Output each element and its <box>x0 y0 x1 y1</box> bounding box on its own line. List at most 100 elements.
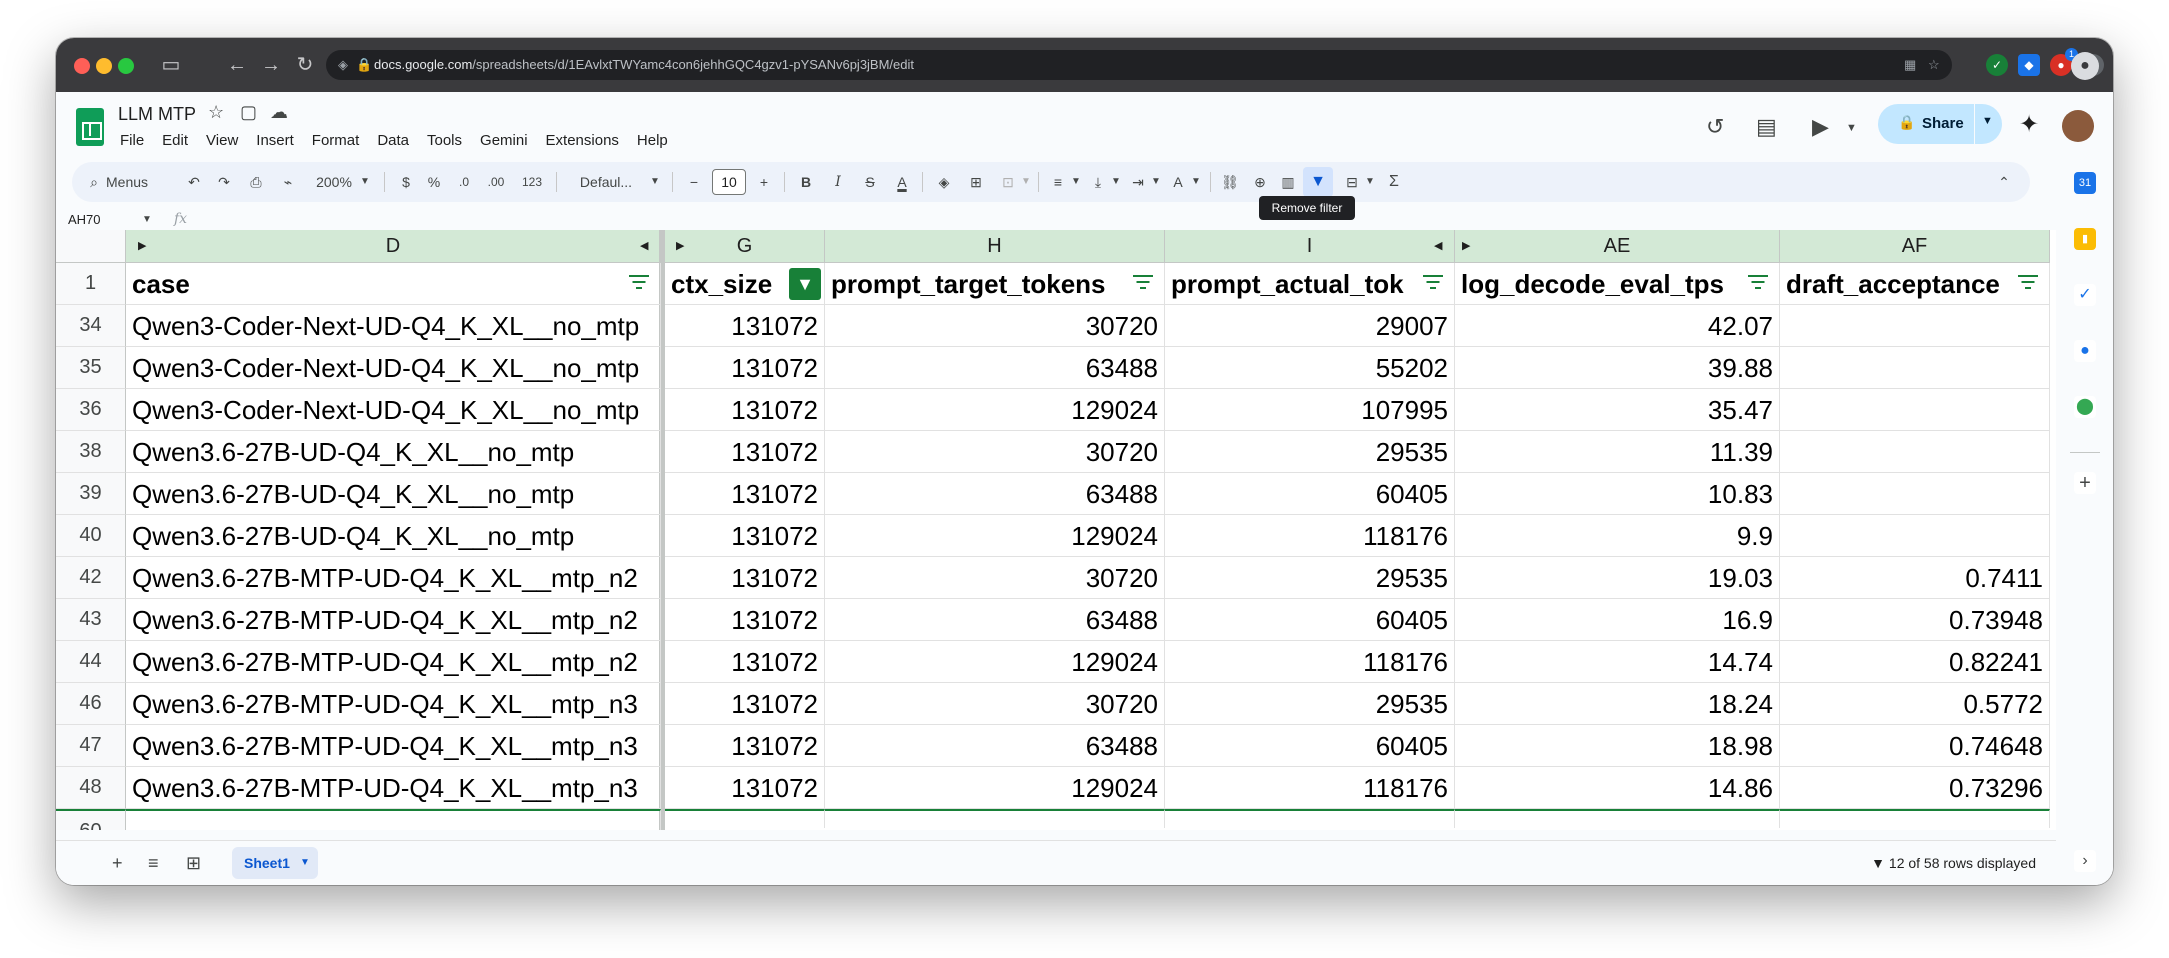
table-cell[interactable]: 63488 <box>825 473 1165 515</box>
forward-arrow-icon[interactable]: → <box>258 52 284 78</box>
expand-left-icon[interactable]: ◀ <box>1434 230 1442 263</box>
table-cell[interactable] <box>665 809 825 830</box>
back-arrow-icon[interactable]: ← <box>224 52 250 78</box>
column-header-d[interactable]: D <box>126 230 661 263</box>
row-header[interactable]: 43 <box>56 599 126 641</box>
zoom-chevron-down-icon[interactable]: ▼ <box>358 162 372 202</box>
italic-icon[interactable]: I <box>826 162 850 202</box>
table-cell[interactable]: Qwen3.6-27B-MTP-UD-Q4_K_XL__mtp_n3 <box>126 767 661 809</box>
table-cell[interactable]: 131072 <box>665 641 825 683</box>
halign-chevron-down-icon[interactable]: ▼ <box>1070 162 1082 202</box>
table-cell[interactable]: 60405 <box>1165 599 1455 641</box>
table-cell[interactable]: 131072 <box>665 431 825 473</box>
increase-font-size-icon[interactable]: + <box>752 162 776 202</box>
table-cell[interactable]: 30720 <box>825 683 1165 725</box>
valign-chevron-down-icon[interactable]: ▼ <box>1110 162 1122 202</box>
row-header[interactable]: 34 <box>56 305 126 347</box>
header-cell[interactable]: prompt_actual_tok <box>1165 263 1455 305</box>
table-cell[interactable]: Qwen3.6-27B-MTP-UD-Q4_K_XL__mtp_n3 <box>126 683 661 725</box>
table-cell[interactable]: 42.07 <box>1455 305 1780 347</box>
text-color-icon[interactable]: A <box>890 162 914 202</box>
meet-icon[interactable]: ▶ <box>1812 114 1829 140</box>
comments-icon[interactable]: ▤ <box>1756 114 1777 140</box>
table-cell[interactable]: 16.9 <box>1455 599 1780 641</box>
row-header[interactable]: 44 <box>56 641 126 683</box>
table-cell[interactable] <box>126 809 661 830</box>
vertical-align-icon[interactable]: ⤓ <box>1086 162 1110 202</box>
table-cell[interactable]: 129024 <box>825 641 1165 683</box>
name-box-chevron-down-icon[interactable]: ▼ <box>142 214 152 225</box>
table-cell[interactable]: 0.73948 <box>1780 599 2050 641</box>
filter-list-icon[interactable] <box>2016 275 2040 293</box>
table-cell[interactable]: 35.47 <box>1455 389 1780 431</box>
filter-list-icon[interactable] <box>1421 275 1445 293</box>
row-header[interactable]: 35 <box>56 347 126 389</box>
avatar[interactable] <box>2062 110 2094 142</box>
column-header-i[interactable]: I <box>1165 230 1455 263</box>
insert-link-icon[interactable]: ⛓ <box>1218 162 1242 202</box>
header-cell[interactable]: log_decode_eval_tps <box>1455 263 1780 305</box>
filter-list-icon[interactable] <box>1746 275 1770 293</box>
fill-color-icon[interactable]: ◈ <box>932 162 956 202</box>
column-header-af[interactable]: AF <box>1780 230 2050 263</box>
share-chevron-down-icon[interactable]: ▼ <box>1982 115 1993 127</box>
sheets-logo-icon[interactable] <box>76 108 104 146</box>
table-cell[interactable]: 63488 <box>825 725 1165 767</box>
font-size-input[interactable]: 10 <box>712 169 746 195</box>
menu-file[interactable]: File <box>118 130 146 151</box>
version-history-icon[interactable]: ↺ <box>1706 114 1724 140</box>
row-header[interactable]: 39 <box>56 473 126 515</box>
bookmark-icon[interactable]: ☆ <box>1928 50 1940 80</box>
table-cell[interactable]: 63488 <box>825 599 1165 641</box>
table-cell[interactable]: 131072 <box>665 515 825 557</box>
filter-icon[interactable]: ▼ <box>1303 167 1333 197</box>
add-addon-icon[interactable]: + <box>2074 472 2096 494</box>
keep-icon[interactable]: ▮ <box>2074 228 2096 250</box>
column-header-ae[interactable]: AE <box>1455 230 1780 263</box>
table-cell[interactable] <box>1780 389 2050 431</box>
row-header[interactable]: 40 <box>56 515 126 557</box>
sheet-chevron-down-icon[interactable]: ▼ <box>300 847 310 879</box>
row-header[interactable]: 46 <box>56 683 126 725</box>
table-cell[interactable] <box>825 809 1165 830</box>
header-cell[interactable]: draft_acceptance <box>1780 263 2050 305</box>
decrease-decimal[interactable]: .0 <box>452 162 476 202</box>
active-filter-icon[interactable]: ▼ <box>789 268 821 300</box>
row-header[interactable]: 42 <box>56 557 126 599</box>
table-cell[interactable]: 29535 <box>1165 683 1455 725</box>
table-cell[interactable]: 107995 <box>1165 389 1455 431</box>
table-cell[interactable]: 29535 <box>1165 557 1455 599</box>
row-header[interactable]: 1 <box>56 263 126 305</box>
print-icon[interactable]: ⎙ <box>244 162 268 202</box>
table-cell[interactable]: 29535 <box>1165 431 1455 473</box>
reload-icon[interactable]: ↻ <box>292 52 318 78</box>
table-cell[interactable]: 55202 <box>1165 347 1455 389</box>
contacts-icon[interactable]: ● <box>2074 340 2096 362</box>
table-cell[interactable]: 0.5772 <box>1780 683 2050 725</box>
address-bar[interactable]: ◈ 🔒 docs.google.com/spreadsheets/d/1EAvl… <box>326 50 1952 80</box>
expand-right-icon[interactable]: ▶ <box>138 230 146 263</box>
table-cell[interactable]: 9.9 <box>1455 515 1780 557</box>
table-cell[interactable]: 131072 <box>665 557 825 599</box>
table-cell[interactable]: 60405 <box>1165 725 1455 767</box>
expand-right-icon[interactable]: ▶ <box>1462 230 1470 263</box>
qr-code-icon[interactable]: ▦ <box>1904 50 1916 80</box>
bold-icon[interactable]: B <box>794 162 818 202</box>
table-cell[interactable]: 129024 <box>825 515 1165 557</box>
menu-data[interactable]: Data <box>375 130 411 151</box>
extension-red-icon[interactable]: ● 1 <box>2050 48 2078 76</box>
row-header[interactable]: 60 <box>56 809 126 830</box>
header-cell[interactable]: prompt_target_tokens <box>825 263 1165 305</box>
table-cell[interactable]: Qwen3.6-27B-MTP-UD-Q4_K_XL__mtp_n2 <box>126 641 661 683</box>
calendar-icon[interactable]: 31 <box>2074 172 2096 194</box>
table-cell[interactable]: 39.88 <box>1455 347 1780 389</box>
merge-chevron-down-icon[interactable]: ▼ <box>1020 162 1032 202</box>
explore-icon[interactable]: ⊞ <box>186 853 201 874</box>
menu-insert[interactable]: Insert <box>254 130 296 151</box>
extension-check-icon[interactable]: ✓ <box>1986 54 2008 76</box>
menu-view[interactable]: View <box>204 130 240 151</box>
sidebar-toggle-icon[interactable]: ▭ <box>158 52 184 78</box>
table-cell[interactable]: 131072 <box>665 473 825 515</box>
filter-list-icon[interactable] <box>627 275 651 293</box>
table-cell[interactable]: 131072 <box>665 599 825 641</box>
